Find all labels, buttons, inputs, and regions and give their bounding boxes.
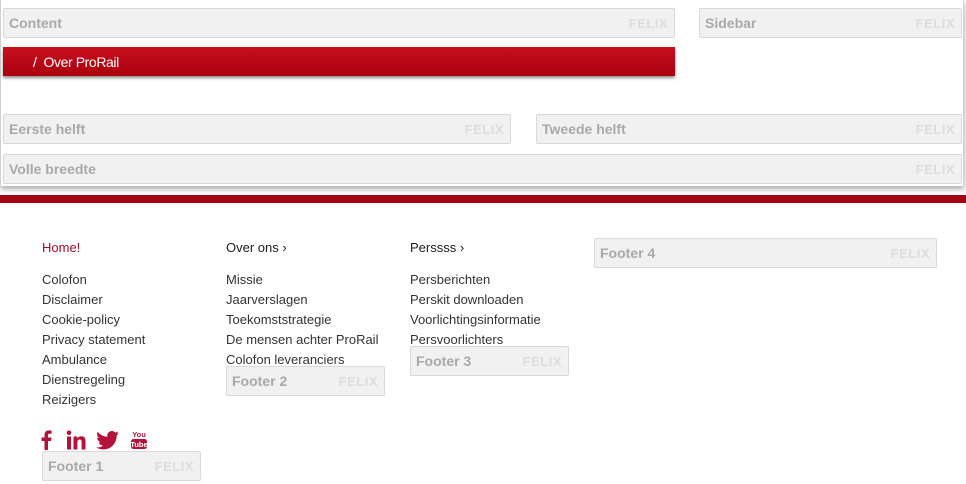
footer-link[interactable]: Voorlichtingsinformatie bbox=[410, 312, 541, 332]
region-label: Footer 2 bbox=[232, 373, 288, 389]
region-label: Tweede helft bbox=[542, 121, 626, 137]
felix-badge: FELIX bbox=[464, 122, 504, 137]
felix-badge: FELIX bbox=[338, 374, 378, 389]
felix-badge: FELIX bbox=[522, 354, 562, 369]
felix-badge: FELIX bbox=[915, 122, 955, 137]
footer-column-1: Home! Colofon Disclaimer Cookie-policy P… bbox=[42, 240, 145, 412]
breadcrumb-separator: / bbox=[33, 54, 37, 70]
footer-column-3: Perssss › Persberichten Perskit download… bbox=[410, 240, 541, 352]
footer-home-link[interactable]: Home! bbox=[42, 240, 145, 260]
footer-4-region: Footer 4 FELIX bbox=[594, 238, 937, 268]
sidebar-region: Sidebar FELIX bbox=[699, 8, 962, 38]
footer-column-2: Over ons › Missie Jaarverslagen Toekomst… bbox=[226, 240, 378, 372]
footer-link[interactable]: Toekomststrategie bbox=[226, 312, 378, 332]
content-region: Content FELIX bbox=[3, 8, 675, 38]
footer-link[interactable]: Perskit downloaden bbox=[410, 292, 541, 312]
region-label: Volle breedte bbox=[9, 161, 96, 177]
felix-badge: FELIX bbox=[915, 162, 955, 177]
footer-link-list: Persberichten Perskit downloaden Voorlic… bbox=[410, 272, 541, 352]
breadcrumb: / Over ProRail bbox=[3, 47, 675, 76]
felix-badge: FELIX bbox=[915, 16, 955, 31]
linkedin-icon[interactable] bbox=[66, 430, 86, 455]
volle-breedte-region: Volle breedte FELIX bbox=[3, 154, 962, 184]
region-label: Sidebar bbox=[705, 15, 757, 31]
footer-link[interactable]: Disclaimer bbox=[42, 292, 145, 312]
region-label: Footer 1 bbox=[48, 458, 104, 474]
region-label: Footer 3 bbox=[416, 353, 472, 369]
youtube-icon[interactable]: You Tube bbox=[130, 430, 148, 455]
content-panel: Content FELIX Sidebar FELIX / Over ProRai… bbox=[0, 0, 964, 186]
footer-divider bbox=[0, 195, 966, 203]
youtube-icon-text-top: You bbox=[132, 430, 146, 439]
eerste-helft-region: Eerste helft FELIX bbox=[3, 114, 511, 144]
footer-link[interactable]: Ambulance bbox=[42, 352, 145, 372]
footer-link[interactable]: Reizigers bbox=[42, 392, 145, 412]
region-label: Footer 4 bbox=[600, 245, 656, 261]
footer-heading-over-ons[interactable]: Over ons › bbox=[226, 240, 378, 260]
footer-link[interactable]: Missie bbox=[226, 272, 378, 292]
tweede-helft-region: Tweede helft FELIX bbox=[536, 114, 962, 144]
footer-link[interactable]: Jaarverslagen bbox=[226, 292, 378, 312]
footer-link[interactable]: Dienstregeling bbox=[42, 372, 145, 392]
footer-link-list: Colofon Disclaimer Cookie-policy Privacy… bbox=[42, 272, 145, 412]
youtube-icon-text-bottom: Tube bbox=[130, 440, 147, 449]
breadcrumb-current: Over ProRail bbox=[43, 54, 120, 70]
felix-badge: FELIX bbox=[628, 16, 668, 31]
breadcrumb-item[interactable]: / Over ProRail bbox=[33, 54, 119, 70]
felix-badge: FELIX bbox=[154, 459, 194, 474]
footer-heading-pers[interactable]: Perssss › bbox=[410, 240, 541, 260]
footer-2-region: Footer 2 FELIX bbox=[226, 366, 385, 396]
footer-link[interactable]: De mensen achter ProRail bbox=[226, 332, 378, 352]
footer-link-list: Missie Jaarverslagen Toekomststrategie D… bbox=[226, 272, 378, 372]
footer-link[interactable]: Cookie-policy bbox=[42, 312, 145, 332]
footer-link[interactable]: Colofon bbox=[42, 272, 145, 292]
footer-1-region: Footer 1 FELIX bbox=[42, 451, 201, 481]
region-label: Eerste helft bbox=[9, 121, 86, 137]
footer-link[interactable]: Privacy statement bbox=[42, 332, 145, 352]
footer-3-region: Footer 3 FELIX bbox=[410, 346, 569, 376]
region-label: Content bbox=[9, 15, 62, 31]
felix-badge: FELIX bbox=[890, 246, 930, 261]
footer-link[interactable]: Persberichten bbox=[410, 272, 541, 292]
facebook-icon[interactable] bbox=[40, 430, 52, 455]
twitter-icon[interactable] bbox=[96, 431, 120, 455]
